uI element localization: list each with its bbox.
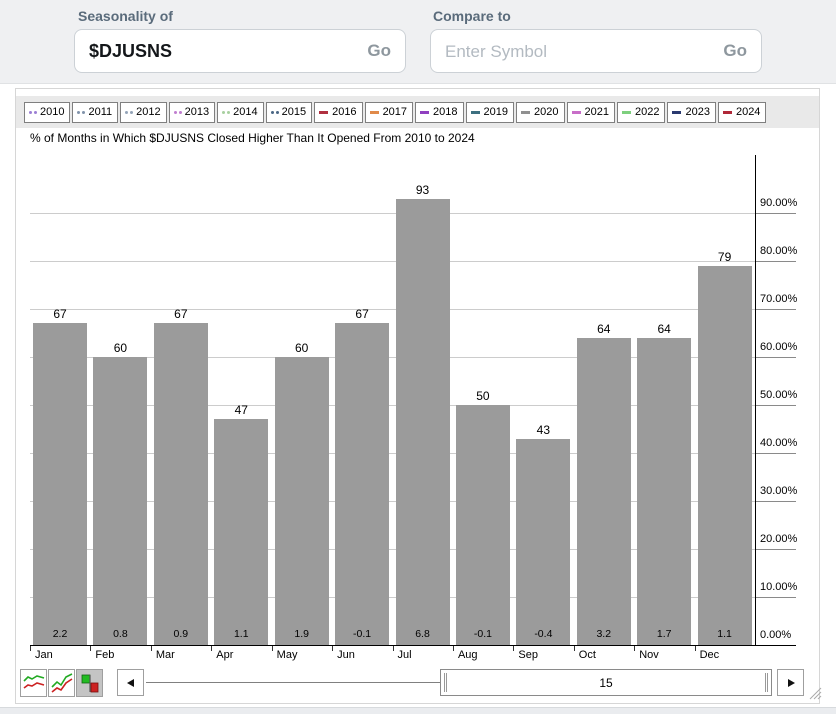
scrollbar-value: 15 bbox=[599, 676, 612, 690]
dotted-line-marker-icon bbox=[222, 111, 225, 114]
legend-year-2021[interactable]: 2021 bbox=[567, 102, 615, 123]
legend-year-label: 2019 bbox=[484, 106, 508, 118]
compare-symbol-field[interactable]: Go bbox=[430, 29, 762, 73]
dotted-line-marker-icon bbox=[179, 111, 182, 114]
legend-year-2013[interactable]: 2013 bbox=[169, 102, 215, 123]
solid-line-marker-icon bbox=[521, 111, 530, 114]
seasonality-symbol-field[interactable]: Go bbox=[74, 29, 406, 73]
year-legend-strip: 2010 2011 2012 2013 2014 2015 2016 2017 2018 2019… bbox=[16, 96, 819, 128]
scroll-left-button[interactable] bbox=[117, 669, 144, 696]
scrollbar-thumb[interactable]: 15 bbox=[440, 669, 772, 696]
chart-panel bbox=[15, 88, 820, 704]
left-arrow-icon bbox=[126, 678, 136, 688]
performance-chart-icon bbox=[51, 672, 73, 694]
legend-year-label: 2016 bbox=[332, 106, 356, 118]
histogram-chart-icon-button[interactable] bbox=[76, 669, 103, 697]
dotted-line-marker-icon bbox=[125, 111, 128, 114]
line-chart-icon bbox=[23, 672, 45, 694]
legend-year-2019[interactable]: 2019 bbox=[466, 102, 514, 123]
compare-symbol-input[interactable] bbox=[445, 41, 715, 62]
resize-handle[interactable] bbox=[806, 684, 822, 705]
dotted-line-marker-icon bbox=[34, 111, 37, 114]
legend-year-2011[interactable]: 2011 bbox=[72, 102, 118, 123]
scrollbar-track[interactable] bbox=[146, 682, 440, 683]
legend-year-label: 2022 bbox=[635, 106, 659, 118]
solid-line-marker-icon bbox=[370, 111, 379, 114]
dotted-line-marker-icon bbox=[227, 111, 230, 114]
performance-chart-icon-button[interactable] bbox=[48, 669, 75, 697]
dotted-line-marker-icon bbox=[174, 111, 177, 114]
legend-year-label: 2017 bbox=[383, 106, 407, 118]
legend-year-label: 2010 bbox=[40, 106, 64, 118]
legend-year-2023[interactable]: 2023 bbox=[667, 102, 715, 123]
symbol-topbar: Seasonality of Go Compare to Go bbox=[0, 0, 836, 84]
legend-year-2015[interactable]: 2015 bbox=[266, 102, 312, 123]
solid-line-marker-icon bbox=[572, 111, 581, 114]
legend-year-label: 2021 bbox=[585, 106, 609, 118]
legend-year-label: 2014 bbox=[233, 106, 257, 118]
scroll-right-button[interactable] bbox=[777, 669, 804, 696]
seasonality-of-label: Seasonality of bbox=[78, 8, 173, 24]
legend-year-label: 2011 bbox=[88, 106, 112, 118]
scrollbar-grip-right[interactable] bbox=[765, 673, 768, 692]
seasonality-symbol-input[interactable] bbox=[89, 41, 359, 62]
line-chart-icon-button[interactable] bbox=[20, 669, 47, 697]
solid-line-marker-icon bbox=[471, 111, 480, 114]
legend-year-2020[interactable]: 2020 bbox=[516, 102, 564, 123]
legend-year-2024[interactable]: 2024 bbox=[718, 102, 766, 123]
legend-year-label: 2023 bbox=[685, 106, 709, 118]
seasonality-go-button[interactable]: Go bbox=[359, 41, 391, 61]
dotted-line-marker-icon bbox=[77, 111, 80, 114]
solid-line-marker-icon bbox=[319, 111, 328, 114]
compare-go-button[interactable]: Go bbox=[715, 41, 747, 61]
resize-grip-icon bbox=[806, 684, 822, 700]
right-arrow-icon bbox=[786, 678, 796, 688]
legend-year-2016[interactable]: 2016 bbox=[314, 102, 362, 123]
solid-line-marker-icon bbox=[622, 111, 631, 114]
dotted-line-marker-icon bbox=[130, 111, 133, 114]
legend-year-label: 2024 bbox=[736, 106, 760, 118]
dotted-line-marker-icon bbox=[276, 111, 279, 114]
legend-year-label: 2012 bbox=[136, 106, 160, 118]
solid-line-marker-icon bbox=[672, 111, 681, 114]
legend-year-2010[interactable]: 2010 bbox=[24, 102, 70, 123]
legend-year-label: 2020 bbox=[534, 106, 558, 118]
legend-year-2018[interactable]: 2018 bbox=[415, 102, 463, 123]
solid-line-marker-icon bbox=[420, 111, 429, 114]
histogram-chart-icon bbox=[79, 672, 101, 694]
dotted-line-marker-icon bbox=[271, 111, 274, 114]
legend-year-label: 2013 bbox=[185, 106, 209, 118]
chart-title: % of Months in Which $DJUSNS Closed High… bbox=[30, 131, 475, 145]
compare-to-label: Compare to bbox=[433, 8, 511, 24]
solid-line-marker-icon bbox=[723, 111, 732, 114]
legend-year-2014[interactable]: 2014 bbox=[217, 102, 263, 123]
legend-year-2012[interactable]: 2012 bbox=[120, 102, 166, 123]
legend-year-2017[interactable]: 2017 bbox=[365, 102, 413, 123]
dotted-line-marker-icon bbox=[29, 111, 32, 114]
legend-year-2022[interactable]: 2022 bbox=[617, 102, 665, 123]
legend-year-label: 2018 bbox=[433, 106, 457, 118]
page-footer-strip bbox=[0, 707, 836, 714]
legend-year-label: 2015 bbox=[282, 106, 306, 118]
scrollbar-grip-left[interactable] bbox=[444, 673, 447, 692]
dotted-line-marker-icon bbox=[82, 111, 85, 114]
